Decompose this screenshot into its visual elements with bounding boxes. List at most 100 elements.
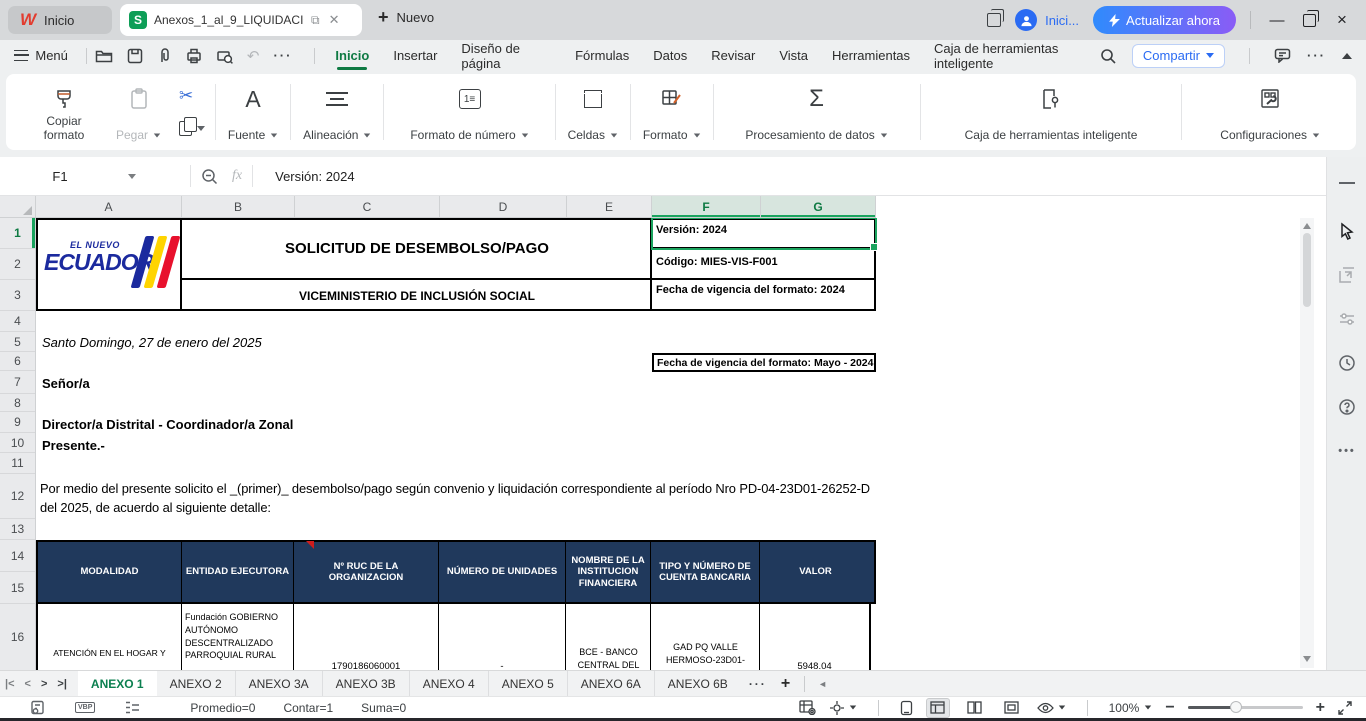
column-header-g[interactable]: G [761,196,876,217]
copy-format-button[interactable]: Copiar formato [6,80,106,144]
name-box[interactable]: F1 [8,162,180,191]
hscroll-left-icon[interactable]: ◄ [813,679,832,689]
table-header-unidades[interactable]: NÚMERO DE UNIDADES [439,542,566,602]
document-tab[interactable]: S Anexos_1_al_9_LIQUIDACIONE ⧉ ✕ [120,4,362,36]
tab-revisar[interactable]: Revisar [711,42,755,69]
column-header-f[interactable]: F [652,196,761,217]
account-label[interactable]: Inici... [1045,13,1079,28]
table-settings-icon[interactable] [799,700,816,715]
zoom-slider-knob[interactable] [1230,701,1242,713]
sheet-tab-anexo-2[interactable]: ANEXO 2 [157,671,236,697]
fullscreen-icon[interactable] [1338,701,1352,715]
cell-f16-cuenta[interactable]: GAD PQ VALLE HERMOSO-23D01- [651,604,760,670]
table-header-entidad[interactable]: ENTIDAD EJECUTORA [182,542,294,602]
next-sheet-icon[interactable]: > [36,678,52,690]
cell-addressee[interactable]: Director/a Distrital - Coordinador/a Zon… [42,417,293,432]
restore-button[interactable] [1303,14,1316,27]
row-header-1[interactable]: 1 [0,218,35,249]
more-tools-icon[interactable]: ••• [1327,431,1366,471]
column-header-d[interactable]: D [440,196,567,217]
close-window-button[interactable]: × [1330,10,1354,30]
print-preview-icon[interactable] [216,48,233,64]
row-header-5[interactable]: 5 [0,332,35,352]
cell-city-date[interactable]: Santo Domingo, 27 de enero del 2025 [42,335,262,350]
cursor-select-icon[interactable] [1327,211,1366,251]
font-menu[interactable]: A Fuente [218,80,288,144]
alignment-menu[interactable]: Alineación [293,80,381,144]
mobile-view-icon[interactable] [900,700,913,716]
vba-icon[interactable]: VBP [75,702,95,713]
first-sheet-icon[interactable]: |< [0,678,20,690]
new-tab-button[interactable]: + Nuevo [378,8,434,26]
smart-toolbox-button[interactable]: Caja de herramientas inteligente [923,80,1180,144]
normal-view-button[interactable] [926,698,950,718]
table-header-valor[interactable]: VALOR [760,542,871,602]
table-header-ruc[interactable]: Nº RUC DE LA ORGANIZACION [294,542,439,602]
zoom-slider[interactable] [1188,706,1303,709]
more-options-icon[interactable]: ··· [1307,48,1326,63]
cell-body-paragraph[interactable]: Por medio del presente solicito el _(pri… [40,479,878,517]
sheet-tab-anexo-3a[interactable]: ANEXO 3A [236,671,323,697]
row-header-10[interactable]: 10 [0,433,35,453]
row-header-14[interactable]: 14 [0,540,35,572]
row-header-2[interactable]: 2 [0,249,35,280]
search-icon[interactable] [1100,48,1116,64]
menu-label[interactable]: Menú [35,48,68,63]
cell-salutation[interactable]: Señor/a [42,376,90,391]
open-folder-icon[interactable] [95,48,113,64]
sheet-tab-anexo-4[interactable]: ANEXO 4 [410,671,489,697]
tab-formulas[interactable]: Fórmulas [575,42,629,69]
cell-f3-vigencia[interactable]: Fecha de vigencia del formato: 2024 [652,282,876,299]
number-format-menu[interactable]: 1≡ Formato de número [386,80,552,144]
table-header-institucion[interactable]: NOMBRE DE LA INSTITUCION FINANCIERA [566,542,651,602]
settings-menu[interactable]: Configuraciones [1184,80,1356,144]
help-icon[interactable] [1327,387,1366,427]
tab-inicio[interactable]: Inicio [335,42,369,69]
zoom-in-button[interactable]: + [1316,699,1325,717]
collapse-ribbon-icon[interactable] [1342,53,1352,59]
more-icon[interactable]: ··· [273,48,292,63]
export-box-icon[interactable] [1327,255,1366,295]
sheet-tab-anexo-6a[interactable]: ANEXO 6A [568,671,655,697]
outline-icon[interactable] [125,701,140,714]
home-tab[interactable]: W Inicio [8,6,112,34]
cell-c16-ruc[interactable]: 1790186060001 [294,604,439,670]
collapse-panel-icon[interactable] [1327,163,1366,203]
adjustments-icon[interactable] [1327,299,1366,339]
cell-presente[interactable]: Presente.- [42,438,105,453]
fit-selection-button[interactable] [829,700,857,716]
cell-b16-entidad[interactable]: Fundación GOBIERNO AUTÓNOMO DESCENTRALIZ… [182,604,294,670]
tab-datos[interactable]: Datos [653,42,687,69]
add-sheet-icon[interactable]: + [775,675,796,693]
reading-mode-button[interactable] [1037,702,1066,714]
fx-icon[interactable]: fx [232,168,242,184]
table-header-modalidad[interactable]: MODALIDAD [38,542,182,602]
select-all-corner[interactable] [0,196,36,218]
more-sheets-icon[interactable]: ··· [741,677,775,691]
tab-herramientas[interactable]: Herramientas [832,42,910,69]
data-processing-menu[interactable]: Σ Procesamiento de datos [715,80,917,144]
scroll-down-icon[interactable] [1303,656,1311,662]
share-button[interactable]: Compartir [1132,44,1225,68]
zoom-level-button[interactable]: 100% [1109,701,1153,715]
cell-f6-vigencia-mayo[interactable]: Fecha de vigencia del formato: Mayo - 20… [652,353,876,372]
vertical-scrollbar[interactable] [1300,218,1314,668]
avatar[interactable] [1015,9,1037,31]
print-icon[interactable] [186,48,202,64]
row-header-16[interactable]: 16 [0,604,35,670]
macro-record-icon[interactable] [30,700,45,715]
zoom-formula-icon[interactable] [201,168,218,185]
column-header-b[interactable]: B [182,196,295,217]
hamburger-menu-icon[interactable] [14,50,28,61]
row-header-7[interactable]: 7 [0,371,35,394]
column-header-c[interactable]: C [295,196,440,217]
page-break-view-button[interactable] [1000,698,1024,718]
cell-e16-institucion[interactable]: BCE - BANCO CENTRAL DEL [566,604,651,670]
sheet-tab-anexo-3b[interactable]: ANEXO 3B [323,671,410,697]
row-header-8[interactable]: 8 [0,394,35,412]
tab-insertar[interactable]: Insertar [393,42,437,69]
zoom-out-button[interactable]: − [1165,699,1174,717]
vertical-scroll-thumb[interactable] [1303,233,1311,307]
last-sheet-icon[interactable]: >| [52,678,72,690]
sheet-content[interactable]: SOLICITUD DE DESEMBOLSO/PAGO VICEMINISTE… [36,218,1298,670]
